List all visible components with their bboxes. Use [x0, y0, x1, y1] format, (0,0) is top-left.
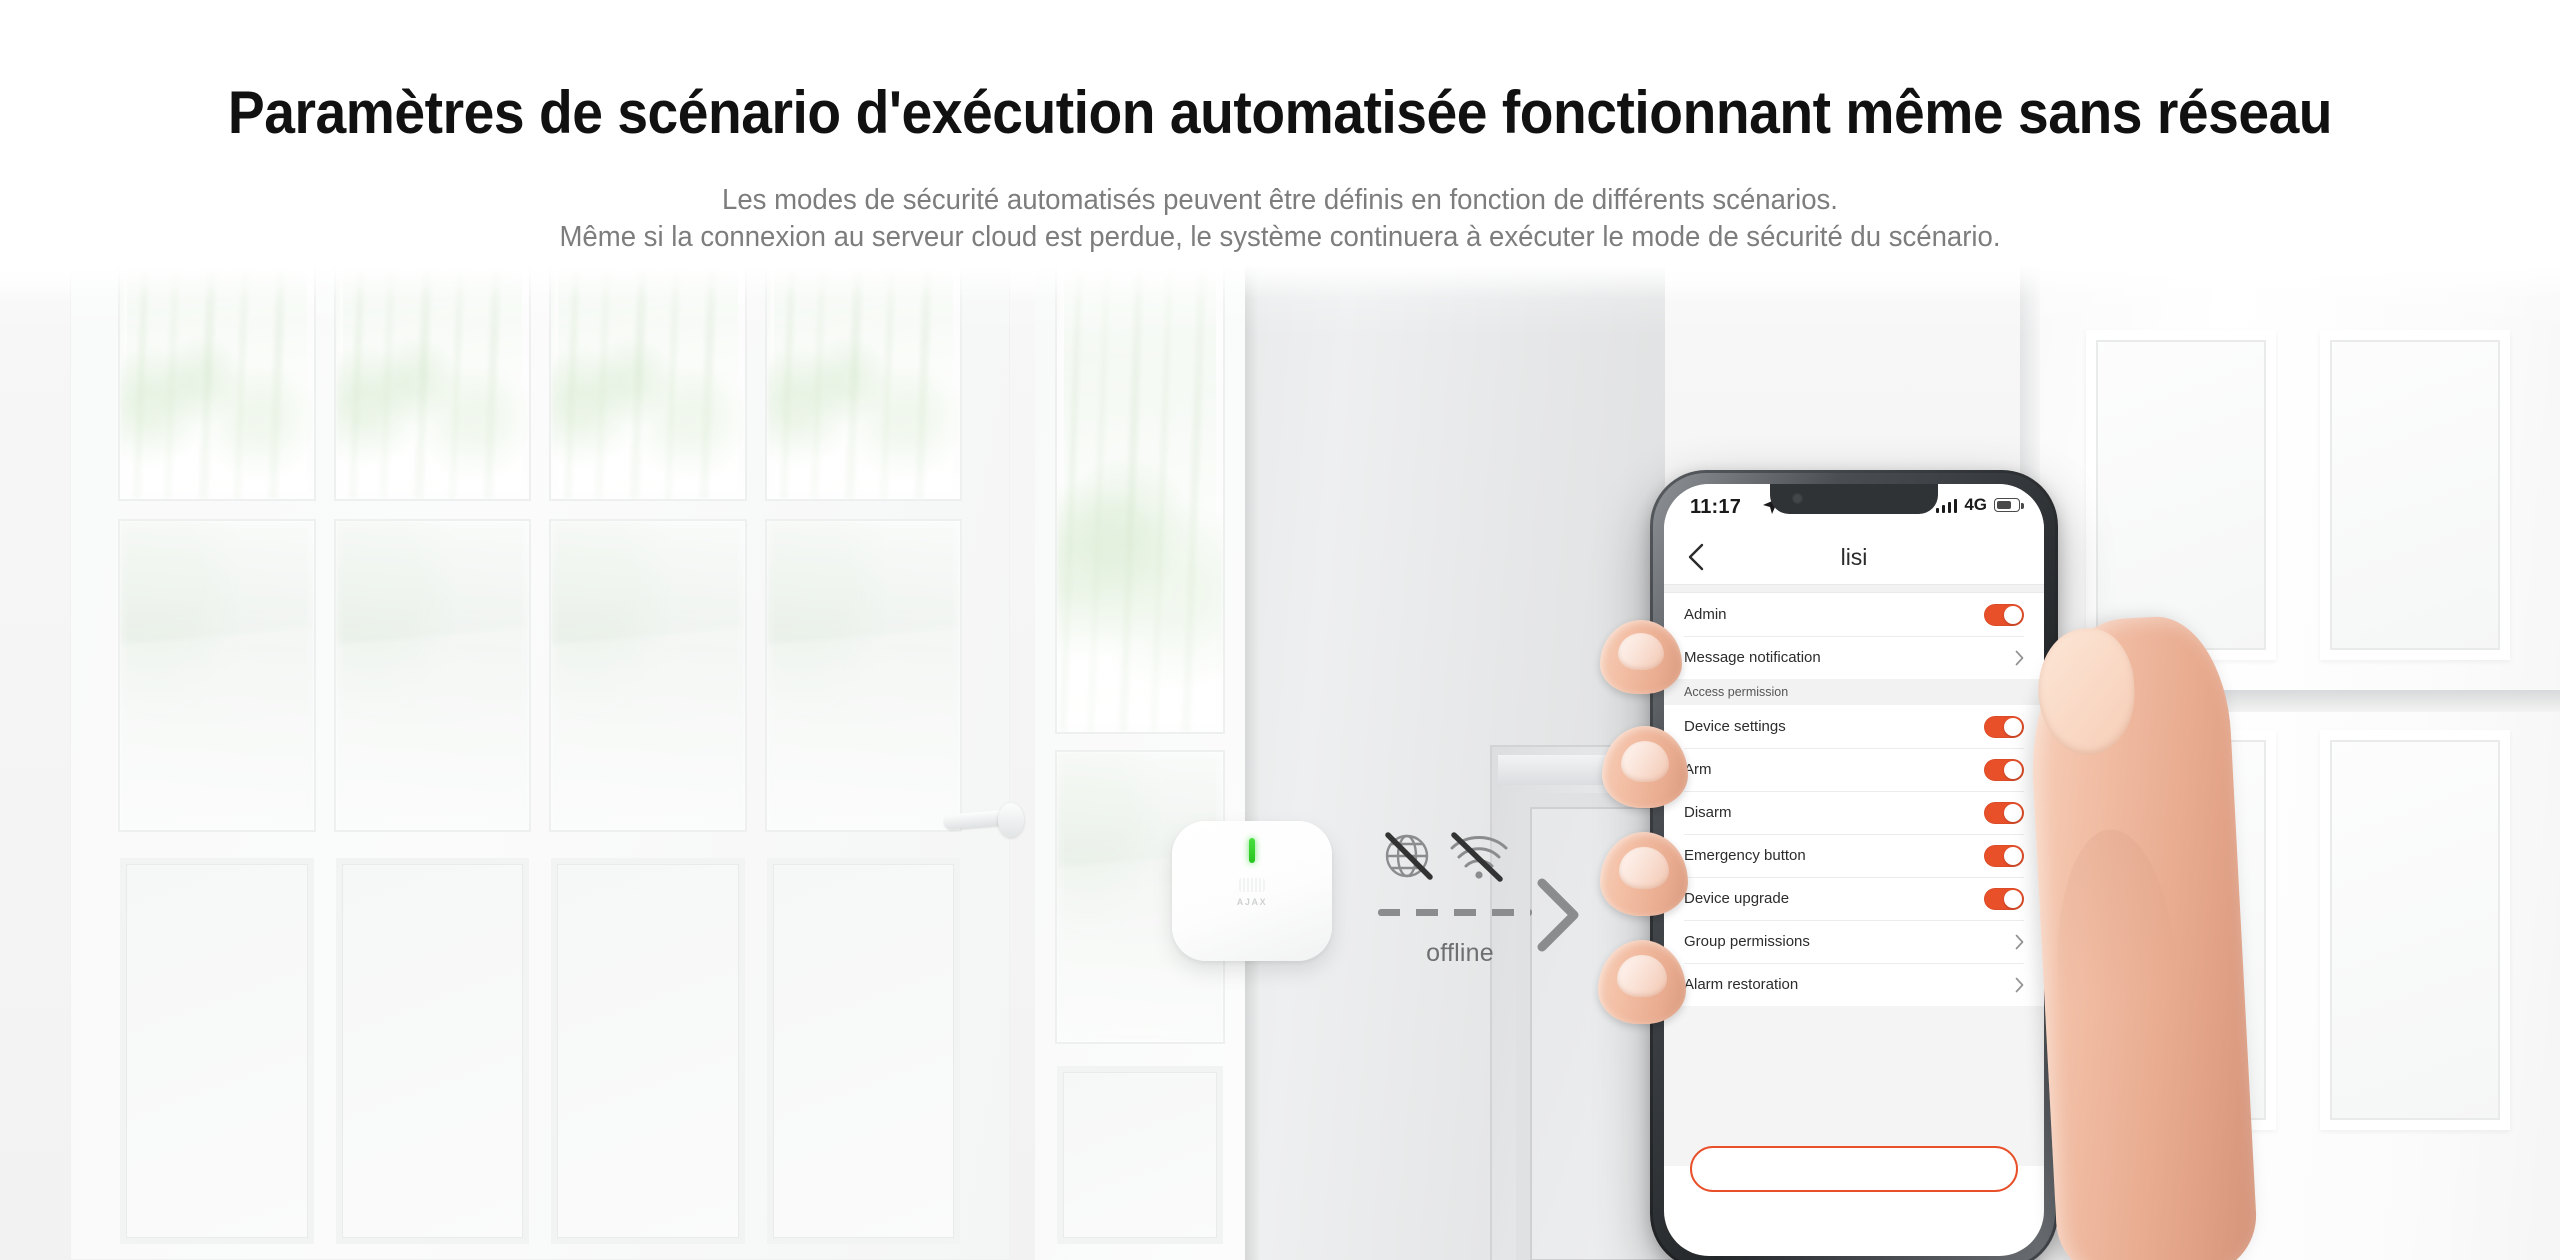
settings-group-access-permission: Device settings Arm Disarm Emergency but…: [1664, 705, 2044, 1006]
french-door: [70, 170, 1024, 1260]
arm-toggle[interactable]: [1984, 758, 2024, 781]
door-handle-icon: [943, 803, 1024, 837]
list-item-message-notification[interactable]: Message notification: [1664, 636, 2044, 679]
list-item-admin[interactable]: Admin: [1664, 593, 2044, 636]
settings-group-general: Admin Message notification: [1664, 593, 2044, 679]
list-item-label: Device upgrade: [1684, 890, 1790, 907]
dashed-line: [1378, 909, 1532, 916]
device-brand-label: AJAX: [1236, 897, 1268, 907]
door-panel: [551, 858, 745, 1244]
primary-action-button[interactable]: [1690, 1146, 2018, 1192]
list-item-arm[interactable]: Arm: [1664, 748, 2044, 791]
chevron-right-icon: [2015, 650, 2024, 665]
list-item-label: Group permissions: [1684, 933, 1810, 950]
door-panel: [120, 858, 314, 1244]
glass-pane: [335, 521, 529, 830]
door-panel: [335, 858, 529, 1244]
scene-inner: AJAX offline: [0, 170, 2560, 1260]
offline-indicator-group: offline: [1370, 827, 1610, 967]
door-glass-grid: [120, 190, 960, 830]
list-item-emergency-button[interactable]: Emergency button: [1664, 834, 2044, 877]
door-panel: [1057, 1066, 1223, 1244]
phone-bezel: 11:17 4G lisi Admin Message notification…: [1653, 473, 2055, 1260]
status-led-indicator: [1249, 838, 1255, 863]
chevron-right-icon: [2015, 934, 2024, 949]
wall-edge: [1245, 170, 1259, 1260]
device-upgrade-toggle[interactable]: [1984, 887, 2024, 910]
glass-pane: [120, 190, 314, 499]
door-panel: [2086, 330, 2276, 660]
nav-bar: lisi: [1664, 530, 2044, 584]
handle-rose: [998, 803, 1024, 837]
interior-door: [2040, 170, 2560, 1260]
status-bar-time: 11:17: [1690, 496, 1742, 518]
list-item-device-settings[interactable]: Device settings: [1664, 705, 2044, 748]
phone-in-hand: 11:17 4G lisi Admin Message notification…: [1598, 470, 2260, 1260]
glass-pane: [120, 521, 314, 830]
chevron-right-icon: [2015, 977, 2024, 992]
phone-notch: [1770, 484, 1938, 514]
list-item-label: Arm: [1684, 761, 1712, 778]
list-top-gap: [1664, 584, 2044, 593]
disarm-toggle[interactable]: [1984, 801, 2024, 824]
status-bar-right: 4G: [1935, 495, 2024, 515]
list-item-group-permissions[interactable]: Group permissions: [1664, 920, 2044, 963]
list-item-label: Device settings: [1684, 718, 1786, 735]
list-bottom-area: [1664, 1006, 2044, 1192]
signal-bars-icon: [1935, 497, 1958, 513]
glass-pane: [766, 521, 960, 830]
scene-photo: AJAX offline: [0, 0, 2560, 1260]
glass-pane: [1057, 192, 1223, 732]
emergency-button-toggle[interactable]: [1984, 844, 2024, 867]
list-item-alarm-restoration[interactable]: Alarm restoration: [1664, 963, 2044, 1006]
section-header-access-permission: Access permission: [1664, 679, 2044, 705]
door-panel: [766, 858, 960, 1244]
page-title: lisi: [1840, 544, 1868, 570]
list-item-label: Admin: [1684, 606, 1727, 623]
door-rail: [2060, 690, 2560, 712]
speaker-grille-icon: [1239, 878, 1265, 892]
offline-label: offline: [1426, 939, 1494, 967]
battery-icon: [1994, 498, 2024, 512]
list-item-label: Alarm restoration: [1684, 976, 1799, 993]
no-wifi-icon: [1450, 832, 1508, 882]
smartphone: 11:17 4G lisi Admin Message notification…: [1650, 470, 2058, 1260]
admin-toggle[interactable]: [1984, 603, 2024, 626]
alarm-hub-device: AJAX: [1172, 821, 1332, 961]
status-bar: 11:17 4G: [1664, 484, 2044, 530]
door-panel: [2086, 730, 2276, 1130]
front-camera-icon: [1792, 493, 1803, 504]
network-type-label: 4G: [1964, 495, 1987, 514]
glass-pane: [335, 190, 529, 499]
list-item-disarm[interactable]: Disarm: [1664, 791, 2044, 834]
no-internet-globe-icon: [1385, 832, 1433, 880]
door-panel: [2320, 730, 2510, 1130]
door-panel: [2320, 330, 2510, 660]
door-lower-panels: [120, 858, 960, 1244]
device-settings-toggle[interactable]: [1984, 715, 2024, 738]
phone-screen: 11:17 4G lisi Admin Message notification…: [1664, 484, 2044, 1256]
glass-pane: [551, 521, 745, 830]
sidelight-window: [1035, 170, 1245, 1260]
promo-page: AJAX offline 11:17 4G lisi Admin Message…: [0, 0, 2560, 1260]
glass-pane: [551, 190, 745, 499]
list-item-device-upgrade[interactable]: Device upgrade: [1664, 877, 2044, 920]
glass-pane: [766, 190, 960, 499]
list-item-label: Disarm: [1684, 804, 1732, 821]
list-item-label: Emergency button: [1684, 847, 1806, 864]
list-item-label: Message notification: [1684, 649, 1821, 666]
